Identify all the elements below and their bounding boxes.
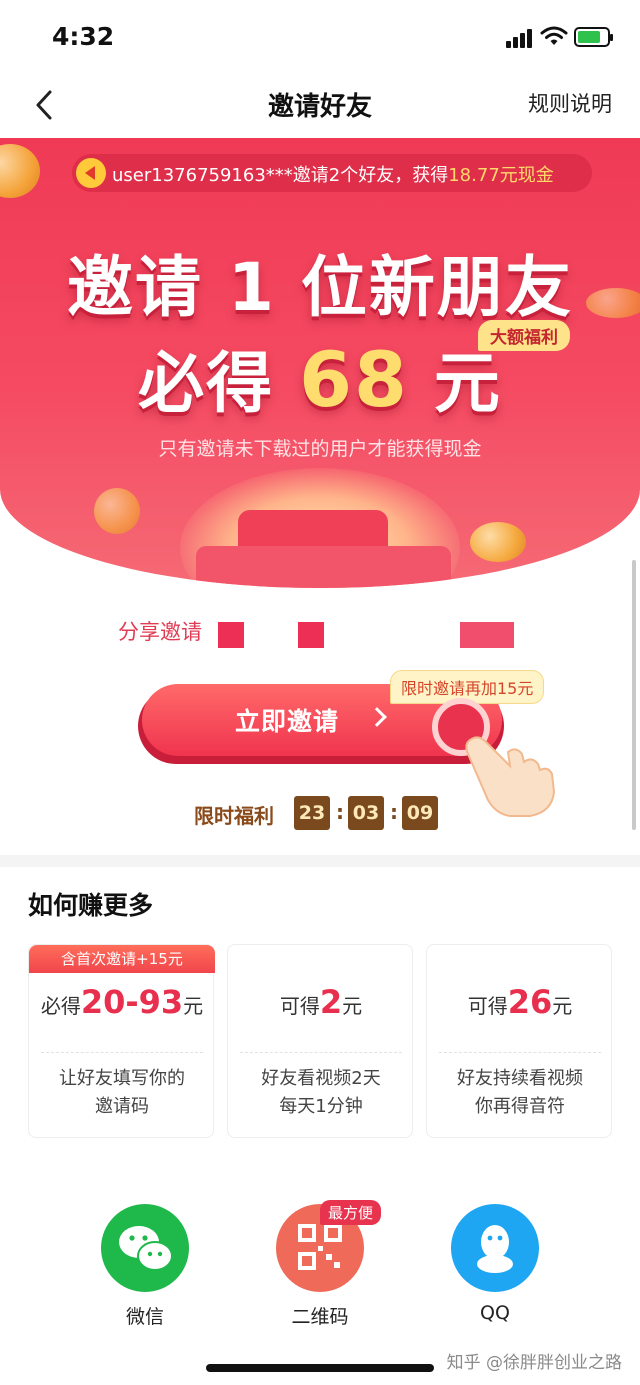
invite-button-label: 立即邀请: [234, 707, 339, 736]
qrcode-icon: 最方便: [276, 1200, 382, 1292]
card-divider: [240, 1052, 402, 1053]
scrollbar[interactable]: [632, 560, 636, 830]
status-bar: 4:32: [0, 0, 640, 70]
hero-reward-amount: 68: [299, 335, 409, 424]
most-convenient-badge: 最方便: [320, 1200, 382, 1225]
chevron-right-icon: [367, 707, 387, 727]
earn-card[interactable]: 可得26元 好友持续看视频 你再得音符: [426, 944, 612, 1138]
cellular-signal-icon: [506, 28, 532, 48]
card-reward: 可得2元: [279, 983, 363, 1021]
countdown-separator: :: [336, 800, 344, 824]
big-welfare-badge: 大额福利: [478, 320, 570, 351]
share-wechat-button[interactable]: 微信: [100, 1204, 190, 1329]
card-reward: 可得26元: [467, 983, 573, 1021]
red-envelope-base: [196, 546, 451, 588]
hero-headline: 邀请 1 位新朋友: [67, 249, 573, 326]
earn-more-title: 如何赚更多: [28, 891, 154, 920]
earn-card[interactable]: 含首次邀请+15元 必得20-93元 让好友填写你的 邀请码: [28, 944, 215, 1138]
share-invite-label: 分享邀请: [118, 620, 202, 644]
method-label: 二维码: [291, 1306, 349, 1328]
avatar-placeholder: [298, 622, 324, 648]
hero-banner: user1376759163***邀请2个好友，获得18.77元现金 邀请 1 …: [0, 138, 640, 588]
card-divider: [439, 1052, 601, 1053]
pointing-hand-icon: [465, 736, 556, 817]
wifi-icon: [540, 26, 568, 45]
ticker-text: user1376759163***邀请2个好友，获得18.77元现金: [112, 165, 554, 186]
avatar-placeholder: [218, 622, 244, 648]
nav-bar: 邀请好友 规则说明: [0, 70, 640, 138]
qq-icon: [451, 1204, 539, 1292]
countdown-seconds: 09: [402, 796, 438, 830]
section-divider: [0, 855, 640, 867]
invite-friends-page: 4:32 邀请好友 规则说明 user1376759163***邀请2个好友，获…: [0, 0, 640, 1385]
card-divider: [41, 1052, 203, 1053]
home-indicator[interactable]: [206, 1364, 434, 1372]
speaker-icon: [76, 158, 106, 188]
wechat-icon: [101, 1204, 189, 1292]
reward-ticker: user1376759163***邀请2个好友，获得18.77元现金: [72, 154, 592, 192]
card-description: 好友看视频2天 每天1分钟: [261, 1068, 381, 1117]
first-invite-tag: 含首次邀请+15元: [29, 945, 215, 973]
earn-card[interactable]: 可得2元 好友看视频2天 每天1分钟: [227, 944, 413, 1138]
watermark-text: 知乎 @徐胖胖创业之路: [446, 1353, 622, 1373]
rules-link[interactable]: 规则说明: [528, 88, 612, 118]
share-qq-button[interactable]: QQ: [450, 1204, 540, 1324]
method-label: QQ: [480, 1302, 510, 1324]
countdown-label: 限时福利: [194, 804, 274, 828]
status-time: 4:32: [52, 22, 115, 51]
share-qrcode-button[interactable]: 最方便 二维码: [275, 1200, 382, 1329]
avatar-placeholder: [460, 622, 514, 648]
countdown-minutes: 03: [348, 796, 384, 830]
countdown-separator: :: [390, 800, 398, 824]
card-description: 让好友填写你的 邀请码: [59, 1068, 185, 1117]
method-label: 微信: [125, 1306, 164, 1328]
card-reward: 必得20-93元: [40, 983, 204, 1021]
countdown-hours: 23: [294, 796, 330, 830]
battery-icon: [574, 27, 613, 47]
hero-note: 只有邀请未下载过的用户才能获得现金: [158, 438, 482, 460]
card-description: 好友持续看视频 你再得音符: [457, 1068, 583, 1117]
